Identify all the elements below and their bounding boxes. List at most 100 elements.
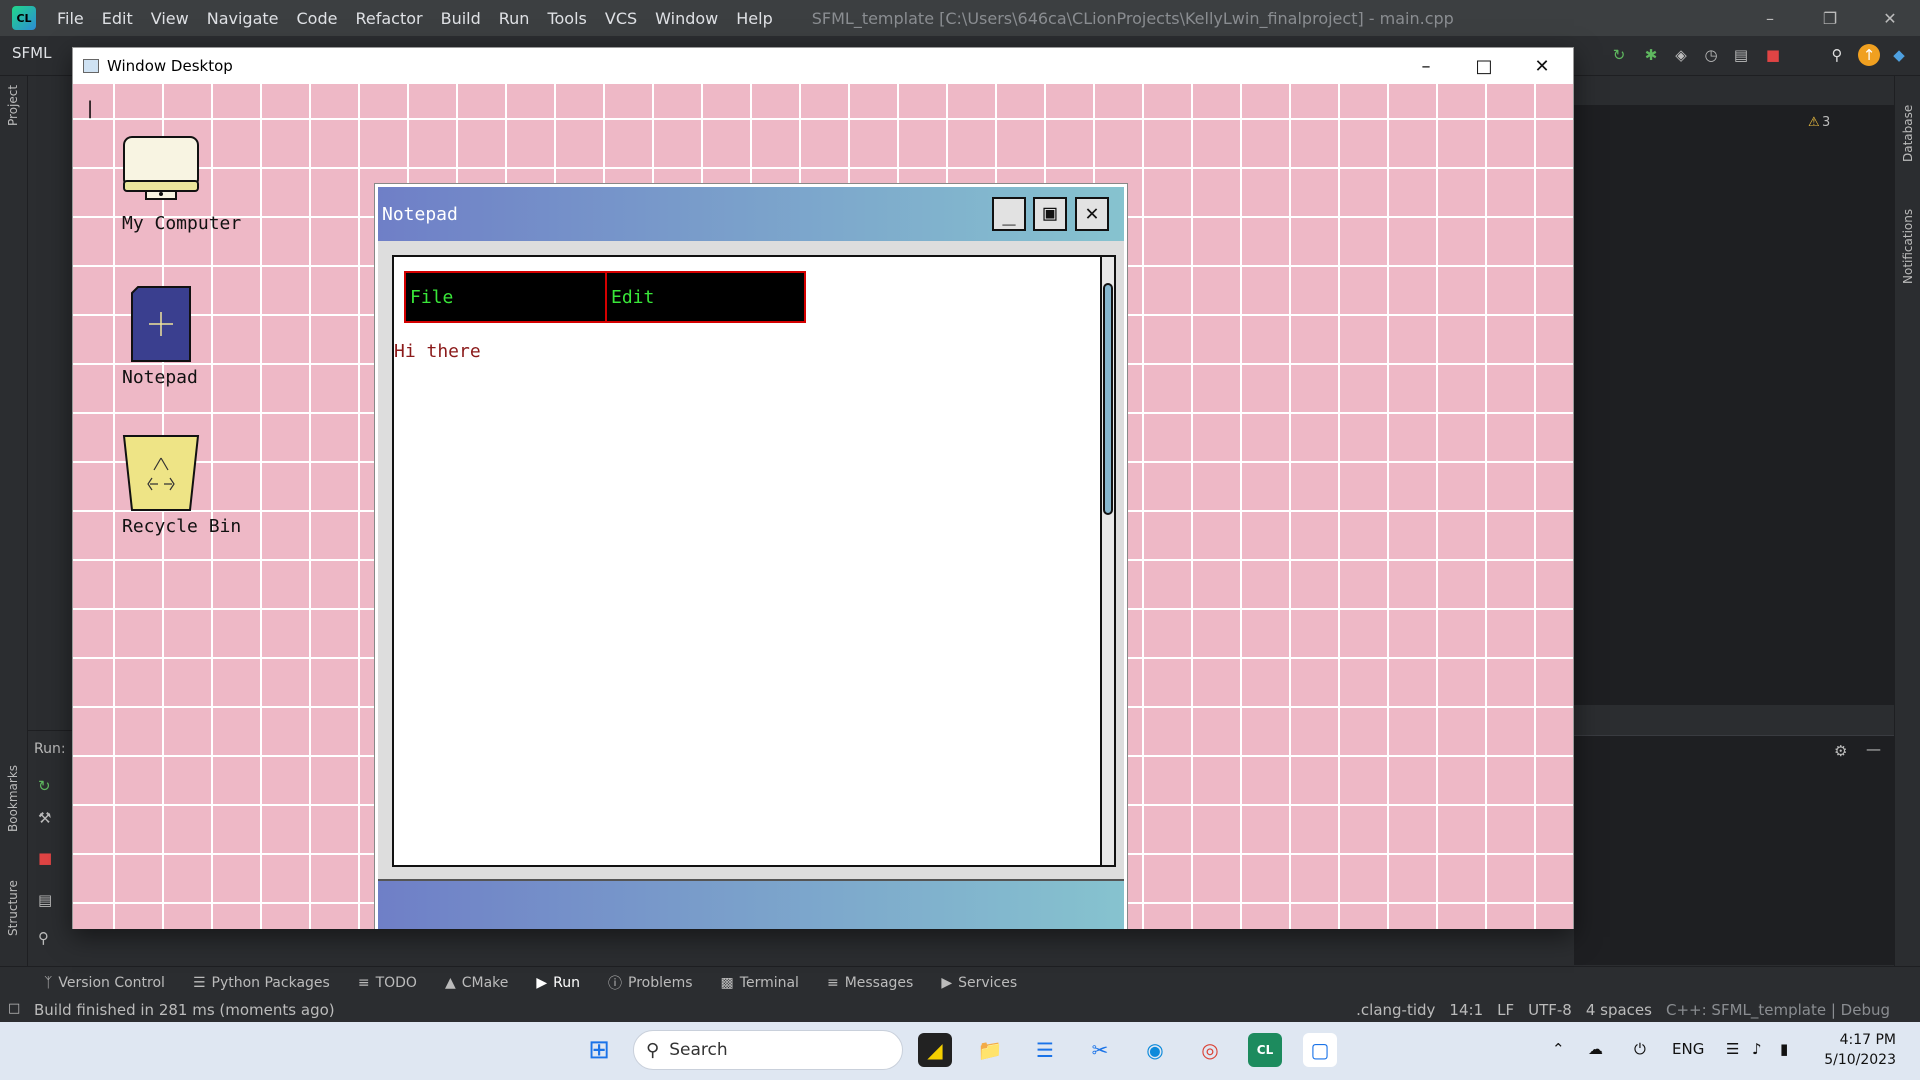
notepad-scrollbar[interactable] bbox=[1100, 255, 1116, 867]
tab-version-control[interactable]: ᛉ Version Control bbox=[30, 975, 179, 991]
ide-restore-button[interactable]: ❐ bbox=[1800, 0, 1860, 36]
structure-tab[interactable]: Structure bbox=[6, 880, 20, 936]
ide-minimize-button[interactable]: – bbox=[1740, 0, 1800, 36]
hide-panel-icon[interactable]: — bbox=[1866, 740, 1881, 758]
warning-count[interactable]: 3 bbox=[1822, 115, 1830, 130]
menu-edit[interactable]: Edit bbox=[93, 9, 142, 28]
notepad-menu-file[interactable]: File bbox=[406, 273, 605, 321]
scrollbar-thumb[interactable] bbox=[1103, 283, 1113, 515]
branch-icon: ᛉ bbox=[44, 974, 53, 991]
cursor-position[interactable]: 14:1 bbox=[1449, 1001, 1483, 1019]
tab-services[interactable]: ▶ Services bbox=[927, 975, 1031, 991]
show-hidden-icons[interactable]: ⌃ bbox=[1552, 1040, 1565, 1058]
sticky-notes-icon[interactable]: ◢ bbox=[918, 1033, 952, 1067]
rerun-icon[interactable]: ↻ bbox=[1608, 44, 1630, 66]
microphone-icon[interactable]: ⏻ bbox=[1634, 1040, 1646, 1058]
window-app-icon bbox=[83, 59, 99, 73]
menu-window[interactable]: Window bbox=[646, 9, 727, 28]
pin-icon[interactable]: ⚲ bbox=[38, 929, 49, 947]
sfml-title-bar[interactable]: Window Desktop – □ ✕ bbox=[73, 48, 1573, 84]
file-explorer-icon[interactable]: 📁 bbox=[973, 1033, 1007, 1067]
sfml-minimize-button[interactable]: – bbox=[1397, 48, 1455, 84]
clock-date: 5/10/2023 bbox=[1824, 1052, 1896, 1068]
notepad-title-bar[interactable]: Notepad _ ▣ ✕ bbox=[378, 187, 1124, 241]
jetbrains-ai-icon[interactable]: ◆ bbox=[1888, 44, 1910, 66]
edge-browser-icon[interactable]: ◉ bbox=[1138, 1033, 1172, 1067]
menu-run[interactable]: Run bbox=[490, 9, 539, 28]
line-separator[interactable]: LF bbox=[1497, 1001, 1514, 1019]
tab-label: Version Control bbox=[58, 974, 165, 991]
chrome-browser-icon[interactable]: ◎ bbox=[1193, 1033, 1227, 1067]
build-config[interactable]: C++: SFML_template | Debug bbox=[1666, 1001, 1890, 1019]
menu-tools[interactable]: Tools bbox=[538, 9, 595, 28]
tab-problems[interactable]: ⓘ Problems bbox=[594, 973, 707, 993]
coverage-icon[interactable]: ◈ bbox=[1670, 44, 1692, 66]
tab-run[interactable]: ▶ Run bbox=[522, 975, 594, 991]
menu-vcs[interactable]: VCS bbox=[596, 9, 646, 28]
rerun-run-icon[interactable]: ↻ bbox=[38, 777, 51, 795]
panel-toggle-icon[interactable]: □ bbox=[8, 1001, 20, 1016]
menu-file[interactable]: File bbox=[48, 9, 93, 28]
left-tool-strip: Project Bookmarks Structure bbox=[0, 76, 28, 966]
monitor-icon bbox=[123, 136, 199, 200]
tab-terminal[interactable]: ▩ Terminal bbox=[707, 975, 813, 991]
onedrive-icon[interactable]: ☁ bbox=[1588, 1040, 1603, 1058]
clang-tidy-status[interactable]: .clang-tidy bbox=[1356, 1001, 1435, 1019]
wrench-icon[interactable]: ⚒ bbox=[38, 809, 51, 827]
project-label[interactable]: SFML bbox=[12, 44, 51, 62]
tab-label: TODO bbox=[375, 974, 417, 991]
search-icon: ⚲ bbox=[646, 1039, 660, 1061]
database-tab[interactable]: Database bbox=[1901, 105, 1915, 162]
language-indicator[interactable]: ENG bbox=[1672, 1040, 1704, 1058]
menu-code[interactable]: Code bbox=[288, 9, 347, 28]
indent-setting[interactable]: 4 spaces bbox=[1586, 1001, 1652, 1019]
windows-start-icon[interactable]: ⊞ bbox=[582, 1033, 616, 1067]
ide-close-button[interactable]: ✕ bbox=[1860, 0, 1920, 36]
tab-messages[interactable]: ≡ Messages bbox=[813, 975, 927, 991]
attach-icon[interactable]: ▤ bbox=[1730, 44, 1752, 66]
wifi-icon[interactable]: ☰ bbox=[1726, 1040, 1739, 1058]
clion-taskbar-icon[interactable]: CL bbox=[1248, 1033, 1282, 1067]
project-tab[interactable]: Project bbox=[6, 85, 20, 126]
notepad-maximize-button[interactable]: ▣ bbox=[1033, 197, 1067, 231]
file-encoding[interactable]: UTF-8 bbox=[1528, 1001, 1572, 1019]
update-icon[interactable]: ↑ bbox=[1858, 44, 1880, 66]
taskbar-clock[interactable]: 4:17 PM 5/10/2023 bbox=[1824, 1030, 1896, 1070]
notifications-tab[interactable]: Notifications bbox=[1901, 209, 1915, 284]
debug-icon[interactable]: ✱ bbox=[1640, 44, 1662, 66]
menu-view[interactable]: View bbox=[142, 9, 198, 28]
menu-help[interactable]: Help bbox=[727, 9, 781, 28]
menu-build[interactable]: Build bbox=[432, 9, 490, 28]
pink-desktop[interactable]: | My Computer Notepad Recycle Bin Notepa… bbox=[73, 84, 1573, 929]
search-everywhere-icon[interactable]: ⚲ bbox=[1826, 44, 1848, 66]
desktop-icon-notepad[interactable]: Notepad bbox=[122, 285, 200, 388]
recycle-bin-icon bbox=[122, 435, 200, 511]
sfml-close-button[interactable]: ✕ bbox=[1513, 48, 1571, 84]
layout-icon[interactable]: ▤ bbox=[38, 891, 52, 909]
notepad-app-icon[interactable]: ☰ bbox=[1028, 1033, 1062, 1067]
desktop-icon-my-computer[interactable]: My Computer bbox=[122, 135, 241, 234]
taskbar-search[interactable]: ⚲ Search bbox=[633, 1030, 903, 1070]
tab-python-packages[interactable]: ☰ Python Packages bbox=[179, 975, 344, 991]
profile-icon[interactable]: ◷ bbox=[1700, 44, 1722, 66]
volume-icon[interactable]: ♪ bbox=[1752, 1040, 1762, 1058]
battery-icon[interactable]: ▮ bbox=[1780, 1040, 1788, 1058]
notepad-minimize-button[interactable]: _ bbox=[992, 197, 1026, 231]
sfml-app-taskbar-icon[interactable]: ▢ bbox=[1303, 1033, 1337, 1067]
settings-gear-icon[interactable]: ⚙ bbox=[1834, 742, 1847, 760]
notepad-menu-bar: File Edit bbox=[404, 271, 806, 323]
stop-run-icon[interactable]: ■ bbox=[38, 849, 52, 867]
desktop-icon-recycle-bin[interactable]: Recycle Bin bbox=[122, 434, 241, 537]
sfml-maximize-button[interactable]: □ bbox=[1455, 48, 1513, 84]
tab-todo[interactable]: ≡ TODO bbox=[344, 975, 431, 991]
notepad-close-button[interactable]: ✕ bbox=[1075, 197, 1109, 231]
notepad-text-area[interactable]: File Edit Hi there bbox=[392, 255, 1116, 867]
stop-icon[interactable]: ■ bbox=[1762, 44, 1784, 66]
tab-cmake[interactable]: ▲ CMake bbox=[431, 975, 522, 991]
snipping-tool-icon[interactable]: ✂ bbox=[1083, 1033, 1117, 1067]
menu-navigate[interactable]: Navigate bbox=[198, 9, 288, 28]
bookmarks-tab[interactable]: Bookmarks bbox=[6, 765, 20, 832]
notepad-menu-edit[interactable]: Edit bbox=[605, 273, 804, 321]
menu-refactor[interactable]: Refactor bbox=[346, 9, 431, 28]
notepad-content[interactable]: Hi there bbox=[394, 341, 481, 362]
